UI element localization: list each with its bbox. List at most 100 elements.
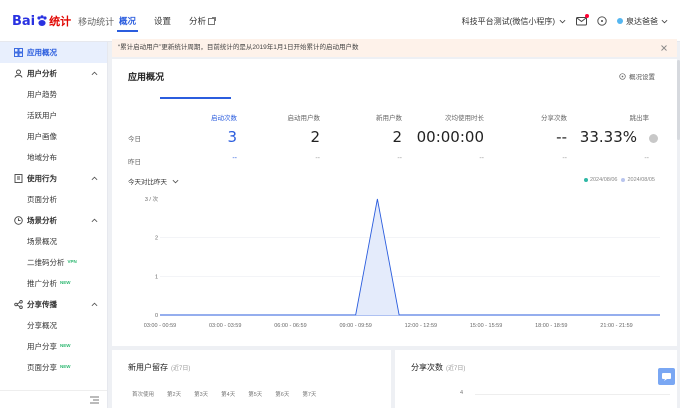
compare-dropdown[interactable]: 今天对比昨天 bbox=[128, 176, 179, 186]
sidebar-item-group-8[interactable]: 场景分析 bbox=[0, 210, 107, 231]
metric-header[interactable]: 次均使用时长 bbox=[404, 112, 484, 122]
user-name: 泉达爸爸 bbox=[626, 16, 658, 26]
sidebar-item-label: 页面分享 bbox=[27, 363, 57, 372]
legend-today[interactable]: 2024/08/06 bbox=[583, 177, 617, 183]
baidu-tongji-logo[interactable]: Bai 统计 移动统计 bbox=[12, 12, 114, 30]
chevron-down-icon bbox=[559, 19, 566, 23]
sidebar-item-13[interactable]: 分享概况 bbox=[0, 315, 107, 336]
sidebar-item-group-12[interactable]: 分享传播 bbox=[0, 294, 107, 315]
sidebar-item-14[interactable]: 用户分享 NEW bbox=[0, 336, 107, 357]
feedback-button[interactable] bbox=[658, 368, 675, 385]
sidebar-item-7[interactable]: 页面分析 bbox=[0, 189, 107, 210]
legend-yesterday[interactable]: 2024/08/05 bbox=[621, 177, 655, 183]
new-badge: NEW bbox=[60, 280, 71, 285]
shares-title-text: 分享次数 bbox=[411, 363, 443, 372]
overview-settings-label: 概况设置 bbox=[629, 74, 655, 81]
new-badge: VPN bbox=[67, 259, 77, 264]
active-tab-indicator bbox=[160, 97, 231, 99]
book-icon bbox=[14, 174, 23, 183]
metric-today-value: 2 bbox=[310, 128, 320, 146]
y-tick-label: 0 bbox=[155, 313, 158, 319]
message-button[interactable] bbox=[576, 14, 589, 26]
top-right-area: 科技平台测试(微信小程序) 泉达爸爸 bbox=[462, 0, 668, 42]
retention-title: 新用户留存 (近7日) bbox=[128, 362, 190, 373]
metric-header[interactable]: 分享次数 bbox=[487, 112, 567, 122]
y-tick-label: 2 bbox=[155, 236, 158, 242]
close-icon[interactable] bbox=[660, 44, 668, 52]
legend-dot-yesterday bbox=[621, 177, 626, 182]
retention-range: (近7日) bbox=[171, 366, 191, 372]
retention-columns: 首次使用 第2天 第3天 第4天 第5天 第6天 第7天 bbox=[132, 390, 329, 398]
metric-header[interactable]: 启动用户数 bbox=[240, 112, 321, 122]
shares-range: (近7日) bbox=[446, 366, 466, 372]
chevron-up-icon bbox=[91, 218, 98, 223]
logo-bai-text: Bai bbox=[12, 13, 36, 29]
sidebar-item-group-6[interactable]: 使用行为 bbox=[0, 168, 107, 189]
retention-column-header: 第7天 bbox=[302, 392, 317, 398]
unread-dot bbox=[585, 14, 589, 18]
shares-gridline bbox=[475, 394, 670, 395]
top-nav: 概况 设置 分析 bbox=[110, 0, 225, 42]
x-tick-label: 06:00 - 06:59 bbox=[274, 323, 306, 329]
x-tick-label: 03:00 - 00:59 bbox=[144, 323, 176, 329]
share-icon bbox=[14, 300, 23, 309]
trend-chart: 3 / 次 2 1 0 03:00 - 00:59 03:00 - 03:59 06:00 … bbox=[144, 195, 661, 329]
sidebar-item-2[interactable]: 用户趋势 bbox=[0, 84, 107, 105]
metric-header[interactable]: 启动次数 bbox=[157, 112, 237, 122]
top-bar: Bai 统计 移动统计 概况 设置 分析 科技平台测试(微信小程序) 泉达爸爸 bbox=[0, 0, 680, 42]
compare-label: 今天对比昨天 bbox=[128, 179, 167, 186]
sidebar: 应用概况用户分析用户趋势活跃用户用户画像地域分布使用行为页面分析 场景分析 场景概况… bbox=[0, 42, 108, 408]
metric-yesterday-value: -- bbox=[479, 155, 484, 162]
nav-settings[interactable]: 设置 bbox=[145, 0, 180, 42]
metric-today-value: 3 bbox=[227, 128, 237, 146]
metric-yesterday-value: -- bbox=[644, 155, 649, 162]
retention-column-header: 首次使用 bbox=[132, 392, 155, 398]
retention-title-text: 新用户留存 bbox=[128, 363, 168, 372]
paw-icon bbox=[37, 15, 47, 26]
chat-icon bbox=[662, 373, 671, 381]
series-area bbox=[160, 199, 660, 315]
nav-overview[interactable]: 概况 bbox=[110, 0, 145, 42]
app-selector[interactable]: 科技平台测试(微信小程序) bbox=[462, 16, 566, 27]
sidebar-item-label: 推广分析 bbox=[27, 279, 57, 288]
sidebar-item-label: 使用行为 bbox=[27, 174, 57, 183]
sidebar-item-9[interactable]: 场景概况 bbox=[0, 231, 107, 252]
sidebar-item-label: 用户趋势 bbox=[27, 90, 57, 99]
sidebar-item-label: 地域分布 bbox=[27, 153, 57, 162]
chart-legend: 2024/08/06 2024/08/05 bbox=[583, 177, 655, 183]
new-badge: NEW bbox=[60, 364, 71, 369]
sidebar-item-5[interactable]: 地域分布 bbox=[0, 147, 107, 168]
metric-yesterday-value: -- bbox=[562, 155, 567, 162]
x-tick-label: 18:00 - 18:59 bbox=[535, 323, 567, 329]
sidebar-item-label: 用户分析 bbox=[27, 69, 57, 78]
x-tick-label: 03:00 - 03:59 bbox=[209, 323, 241, 329]
sidebar-item-label: 应用概况 bbox=[27, 48, 57, 57]
sidebar-item-11[interactable]: 推广分析 NEW bbox=[0, 273, 107, 294]
sidebar-item-4[interactable]: 用户画像 bbox=[0, 126, 107, 147]
user-menu[interactable]: 泉达爸爸 bbox=[617, 16, 668, 27]
overview-card: 应用概况 概况设置 启动次数 3 -- 启动用户数 2 -- 新用户数 2 -- 次均使用时长 00… bbox=[112, 59, 677, 346]
shares-card: 分享次数 (近7日) 4 bbox=[395, 350, 677, 408]
app-name: 科技平台测试(微信小程序) bbox=[461, 16, 555, 26]
info-icon[interactable] bbox=[649, 134, 658, 143]
sidebar-item-label: 用户分享 bbox=[27, 342, 57, 351]
sidebar-item-3[interactable]: 活跃用户 bbox=[0, 105, 107, 126]
sidebar-item-group-0[interactable]: 应用概况 bbox=[0, 42, 107, 63]
sidebar-item-10[interactable]: 二维码分析 VPN bbox=[0, 252, 107, 273]
retention-column-header: 第5天 bbox=[248, 392, 263, 398]
nav-analysis[interactable]: 分析 bbox=[180, 0, 225, 42]
sidebar-item-15[interactable]: 页面分享 NEW bbox=[0, 357, 107, 378]
sidebar-item-label: 用户画像 bbox=[27, 132, 57, 141]
metric-today-value: 33.33% bbox=[579, 128, 637, 146]
metric-yesterday-value: -- bbox=[315, 155, 320, 162]
external-link-icon bbox=[208, 17, 216, 25]
overview-settings-button[interactable]: 概况设置 bbox=[619, 71, 655, 81]
chevron-up-icon bbox=[91, 176, 98, 181]
metric-header[interactable]: 新用户数 bbox=[322, 112, 402, 122]
x-tick-label: 09:00 - 09:59 bbox=[339, 323, 371, 329]
sidebar-item-label: 二维码分析 bbox=[27, 258, 65, 267]
collapse-menu-icon[interactable] bbox=[90, 396, 99, 404]
help-icon[interactable] bbox=[597, 16, 607, 26]
metric-header[interactable]: 跳出率 bbox=[569, 112, 650, 122]
sidebar-item-group-1[interactable]: 用户分析 bbox=[0, 63, 107, 84]
